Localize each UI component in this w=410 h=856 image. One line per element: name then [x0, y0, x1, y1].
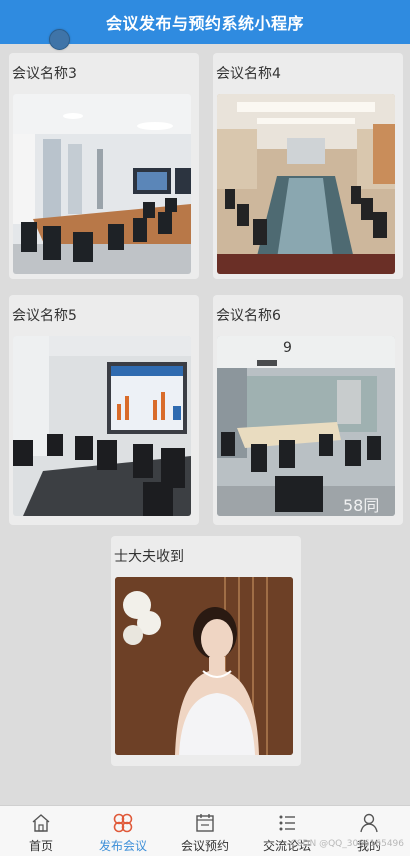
boardroom-long-table-photo [217, 94, 395, 274]
meeting-card[interactable]: 士大夫收到 [111, 536, 301, 766]
watermark-text: CSDN @QQ_3066165496 [290, 839, 404, 849]
user-icon [360, 813, 378, 833]
meeting-card[interactable]: 会议名称4 [213, 53, 403, 279]
page-title: 会议发布与预约系统小程序 [105, 14, 304, 33]
tab-home[interactable]: 首页 [0, 806, 82, 856]
calendar-icon [196, 814, 214, 832]
meeting-card-title: 士大夫收到 [114, 549, 184, 565]
meeting-card-title: 会议名称4 [216, 66, 281, 82]
meeting-card-title: 会议名称3 [12, 66, 77, 82]
woman-portrait-photo [115, 577, 293, 755]
meeting-card[interactable]: 会议名称6 58同 9 [213, 295, 403, 525]
tab-meeting-booking[interactable]: 会议预约 [164, 806, 246, 856]
grid-icon [113, 813, 133, 833]
tab-label: 发布会议 [98, 839, 147, 853]
home-icon [32, 814, 50, 832]
floating-dot-button[interactable] [49, 29, 70, 50]
meeting-card-title: 会议名称5 [12, 308, 77, 324]
watermark-logo: 58同 [343, 496, 379, 515]
meeting-card-title: 会议名称6 [216, 308, 281, 324]
conference-room-grey-photo: 58同 9 [217, 336, 395, 516]
meeting-room-screens-photo [13, 94, 191, 274]
tab-publish-meeting[interactable]: 发布会议 [82, 806, 164, 856]
list-icon [279, 815, 295, 831]
meeting-room-presentation-screen-photo [13, 336, 191, 516]
handwritten-mark: 9 [283, 340, 292, 356]
meeting-card[interactable]: 会议名称3 [9, 53, 199, 279]
tab-label: 首页 [28, 839, 53, 853]
tab-label: 会议预约 [180, 839, 229, 853]
meeting-card[interactable]: 会议名称5 [9, 295, 199, 525]
